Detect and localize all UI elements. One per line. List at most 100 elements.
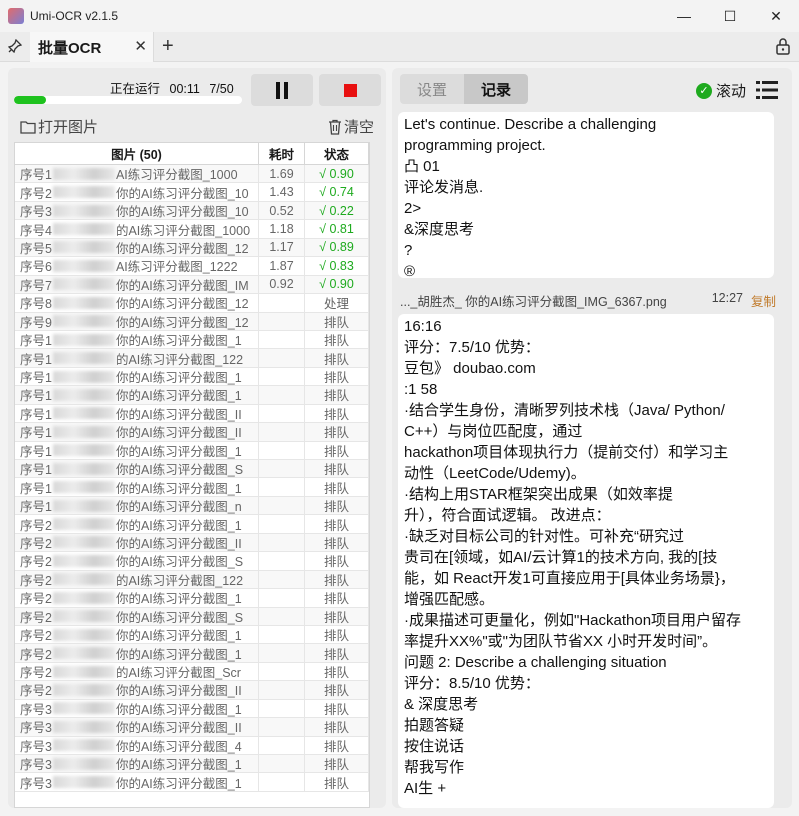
tab-records[interactable]: 记录 — [464, 74, 528, 104]
table-row[interactable]: 序号3 你的AI练习评分截图_1 排队 — [15, 755, 369, 774]
table-row[interactable]: 序号1 你的AI练习评分截图_II 排队 — [15, 423, 369, 442]
row-time-cell — [259, 699, 305, 718]
app-logo-icon — [8, 8, 24, 24]
row-filename: 你的AI练习评分截图_II — [115, 407, 242, 422]
table-row[interactable]: 序号1 的AI练习评分截图_122 排队 — [15, 349, 369, 368]
table-row[interactable]: 序号2 你的AI练习评分截图_1 排队 — [15, 589, 369, 608]
table-row[interactable]: 序号3 你的AI练习评分截图_1 排队 — [15, 699, 369, 719]
table-row[interactable]: 序号2 的AI练习评分截图_Scr 排队 — [15, 662, 369, 682]
progress-bar — [14, 96, 242, 104]
row-index: 序号2 — [20, 518, 52, 533]
table-row[interactable]: 序号2 你的AI练习评分截图_S 排队 — [15, 607, 369, 626]
tab-batch-ocr[interactable]: 批量OCR ✕ — [30, 32, 154, 62]
redacted-name — [52, 186, 115, 199]
close-window-button[interactable]: ✕ — [753, 0, 799, 32]
table-row[interactable]: 序号5 你的AI练习评分截图_12 1.17 √ 0.89 — [15, 238, 369, 258]
table-row[interactable]: 序号1 你的AI练习评分截图_n 排队 — [15, 496, 369, 516]
table-row[interactable]: 序号2 你的AI练习评分截图_1 排队 — [15, 644, 369, 663]
result-text-line: 率提升XX%"或"为团队节省XX 小时开发时间”。 — [404, 633, 718, 650]
row-filename: 你的AI练习评分截图_4 — [115, 739, 242, 754]
pause-button[interactable] — [251, 74, 313, 106]
row-filename: 你的AI练习评分截图_10 — [115, 205, 249, 220]
copy-link[interactable]: 复制 — [751, 291, 776, 310]
table-row[interactable]: 序号2 你的AI练习评分截图_10 1.43 √ 0.74 — [15, 183, 369, 202]
table-row[interactable]: 序号3 你的AI练习评分截图_1 排队 — [15, 773, 369, 792]
row-status-cell: 排队 — [305, 460, 369, 478]
table-row[interactable]: 序号2 你的AI练习评分截图_II 排队 — [15, 681, 369, 700]
result-text-line: 贵司在[领域，如AI/云计算1的技术方向, 我的[技 — [404, 549, 718, 566]
table-row[interactable]: 序号2 你的AI练习评分截图_II 排队 — [15, 533, 369, 553]
row-image-cell: 序号1 你的AI练习评分截图_1 — [15, 386, 259, 404]
row-filename: 你的AI练习评分截图_S — [115, 610, 244, 625]
table-row[interactable]: 序号1 你的AI练习评分截图_1 排队 — [15, 367, 369, 387]
col-status-header[interactable]: 状态 — [305, 143, 369, 164]
row-index: 序号1 — [20, 463, 52, 478]
row-filename: 你的AI练习评分截图_II — [115, 426, 242, 441]
tab-settings[interactable]: 设置 — [400, 74, 464, 104]
table-row[interactable]: 序号2 你的AI练习评分截图_1 排队 — [15, 515, 369, 534]
table-row[interactable]: 序号1 AI练习评分截图_1000 1.69 √ 0.90 — [15, 165, 369, 184]
ocr-result-card-previous[interactable]: Let's continue. Describe a challenging pr… — [398, 112, 774, 280]
redacted-name — [52, 333, 115, 346]
result-text-line: &深度思考 — [404, 221, 475, 238]
table-row[interactable]: 序号8 你的AI练习评分截图_12 处理 — [15, 294, 369, 313]
table-row[interactable]: 序号1 你的AI练习评分截图_II 排队 — [15, 404, 369, 424]
table-row[interactable]: 序号1 你的AI练习评分截图_1 排队 — [15, 441, 369, 460]
col-time-header[interactable]: 耗时 — [259, 143, 305, 164]
row-index: 序号2 — [20, 186, 52, 201]
table-row[interactable]: 序号1 你的AI练习评分截图_1 排队 — [15, 478, 369, 497]
lock-icon[interactable] — [775, 37, 791, 55]
auto-scroll-toggle[interactable]: ✓ 滚动 — [696, 80, 746, 101]
ocr-result-card[interactable]: 16:16 评分：7.5/10 优势： 豆包》 doubao.com:1 58 ·结合… — [398, 314, 774, 808]
row-time-cell: 1.18 — [259, 220, 305, 238]
pin-icon[interactable] — [6, 37, 24, 55]
table-row[interactable]: 序号3 你的AI练习评分截图_4 排队 — [15, 736, 369, 755]
table-row[interactable]: 序号3 你的AI练习评分截图_II 排队 — [15, 718, 369, 737]
table-row[interactable]: 序号1 你的AI练习评分截图_1 排队 — [15, 386, 369, 405]
row-image-cell: 序号2 你的AI练习评分截图_1 — [15, 515, 259, 533]
table-row[interactable]: 序号1 你的AI练习评分截图_1 排队 — [15, 330, 369, 350]
result-text-line: :1 58 — [404, 381, 438, 398]
redacted-name — [52, 388, 115, 401]
row-image-cell: 序号7 你的AI练习评分截图_IM — [15, 275, 259, 294]
status-text: 正在运行 — [110, 82, 161, 96]
table-row[interactable]: 序号2 的AI练习评分截图_122 排队 — [15, 570, 369, 590]
table-row[interactable]: 序号2 你的AI练习评分截图_S 排队 — [15, 552, 369, 571]
row-status-cell: 排队 — [305, 773, 369, 791]
stop-icon — [343, 83, 357, 97]
table-row[interactable]: 序号4 的AI练习评分截图_1000 1.18 √ 0.81 — [15, 220, 369, 239]
result-text-line: Let's continue. Describe a challenging — [404, 116, 657, 133]
redacted-name — [52, 407, 115, 420]
row-status-cell: 排队 — [305, 552, 369, 570]
minimize-button[interactable]: — — [661, 0, 707, 32]
redacted-name — [52, 573, 115, 586]
redacted-name — [52, 499, 115, 512]
table-row[interactable]: 序号9 你的AI练习评分截图_12 排队 — [15, 312, 369, 331]
row-filename: 你的AI练习评分截图_1 — [115, 776, 242, 791]
redacted-name — [52, 204, 115, 217]
row-image-cell: 序号3 你的AI练习评分截图_10 — [15, 201, 259, 220]
row-status-cell: 排队 — [305, 607, 369, 625]
table-row[interactable]: 序号7 你的AI练习评分截图_IM 0.92 √ 0.90 — [15, 275, 369, 295]
clear-label: 清空 — [343, 119, 374, 136]
row-time-cell: 1.87 — [259, 257, 305, 275]
open-images-button[interactable]: 打开图片 — [20, 116, 98, 137]
maximize-button[interactable]: ☐ — [707, 0, 753, 32]
clear-button[interactable]: 清空 — [328, 116, 374, 137]
table-row[interactable]: 序号6 AI练习评分截图_1222 1.87 √ 0.83 — [15, 257, 369, 276]
row-filename: AI练习评分截图_1000 — [115, 168, 238, 183]
menu-icon[interactable] — [756, 80, 778, 100]
add-tab-icon[interactable]: + — [162, 35, 174, 58]
table-row[interactable]: 序号3 你的AI练习评分截图_10 0.52 √ 0.22 — [15, 201, 369, 221]
tab-close-icon[interactable]: ✕ — [134, 37, 147, 55]
result-text-line: & 深度思考 — [404, 696, 479, 713]
stop-button[interactable] — [319, 74, 381, 106]
table-row[interactable]: 序号1 你的AI练习评分截图_S 排队 — [15, 460, 369, 479]
col-image-header[interactable]: 图片 (50) — [15, 143, 259, 164]
row-filename: 你的AI练习评分截图_1 — [115, 444, 242, 459]
row-time-cell — [259, 570, 305, 589]
table-row[interactable]: 序号2 你的AI练习评分截图_1 排队 — [15, 625, 369, 645]
row-filename: 你的AI练习评分截图_1 — [115, 758, 242, 773]
row-time-cell — [259, 404, 305, 423]
row-status-cell: 排队 — [305, 367, 369, 386]
